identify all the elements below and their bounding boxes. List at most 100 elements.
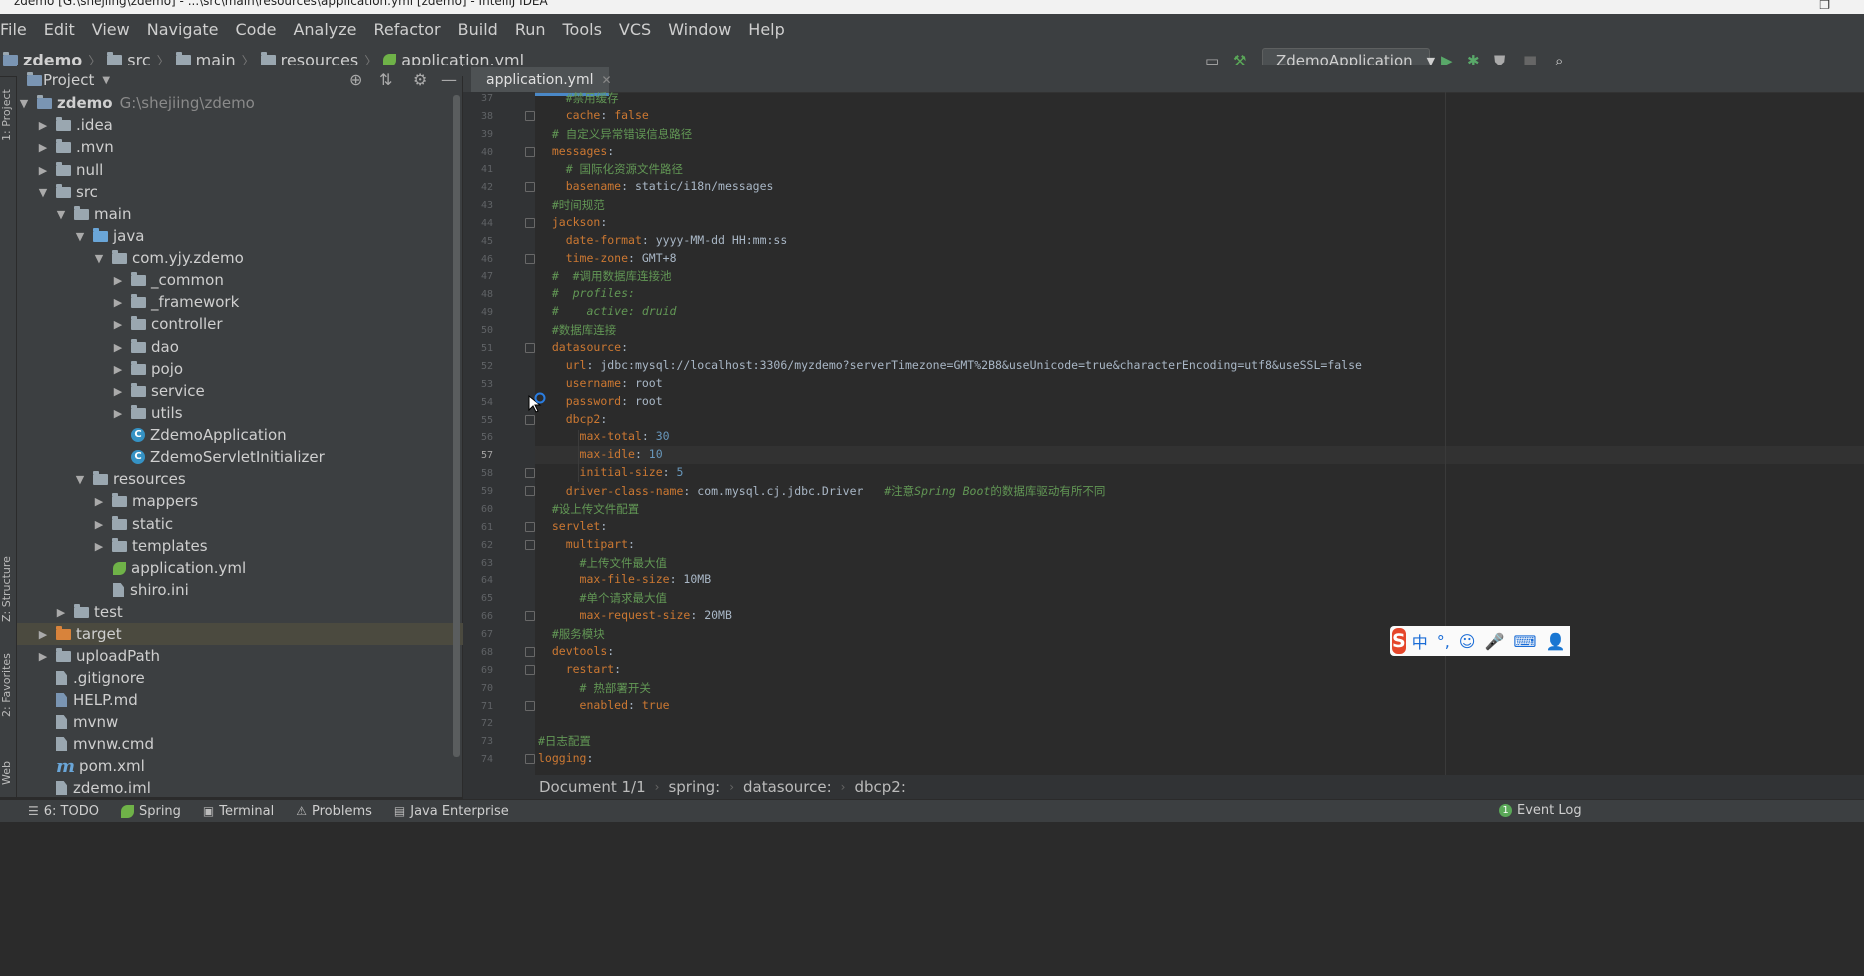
tool-button-problems[interactable]: ⚠ Problems: [296, 804, 372, 819]
breadcrumb-document[interactable]: Document 1/1: [539, 778, 646, 796]
menu-analyze[interactable]: Analyze: [293, 20, 356, 39]
code-line[interactable]: enabled: true: [538, 698, 670, 712]
menu-navigate[interactable]: Navigate: [147, 20, 219, 39]
expand-arrow-icon[interactable]: ▼: [94, 252, 104, 265]
fold-marker-icon[interactable]: [525, 343, 535, 353]
hide-panel-icon[interactable]: —: [441, 70, 457, 89]
code-line[interactable]: devtools:: [538, 644, 614, 658]
code-line[interactable]: # 自定义异常错误信息路径: [538, 126, 692, 142]
menu-run[interactable]: Run: [515, 20, 546, 39]
code-line[interactable]: #时间规范: [538, 197, 605, 213]
collapse-arrow-icon[interactable]: ▶: [113, 296, 123, 309]
code-line[interactable]: restart:: [538, 662, 621, 676]
microphone-icon[interactable]: 🎤: [1484, 632, 1504, 651]
gear-icon[interactable]: ⚙: [413, 70, 427, 89]
fold-marker-icon[interactable]: [525, 665, 535, 675]
collapse-arrow-icon[interactable]: ▶: [113, 318, 123, 331]
tree-item-idea[interactable]: ▶ .idea: [38, 114, 483, 136]
code-line[interactable]: #数据库连接: [538, 322, 616, 338]
project-view-select[interactable]: Project: [43, 71, 94, 89]
code-line[interactable]: #日志配置: [538, 733, 591, 749]
ime-punctuation-mode[interactable]: °,: [1437, 632, 1450, 651]
tree-item-mvnw-cmd[interactable]: mvnw.cmd: [56, 733, 501, 755]
tree-item-test[interactable]: ▶ test: [56, 601, 501, 623]
expand-arrow-icon[interactable]: ▼: [75, 473, 85, 486]
collapse-arrow-icon[interactable]: ▶: [94, 540, 104, 553]
fold-marker-icon[interactable]: [525, 486, 535, 496]
breadcrumb-spring[interactable]: spring:: [668, 778, 720, 796]
expand-arrow-icon[interactable]: ▼: [19, 97, 29, 110]
menu-build[interactable]: Build: [458, 20, 498, 39]
code-line[interactable]: # 热部署开关: [538, 680, 651, 696]
code-line[interactable]: max-total: 30: [538, 429, 670, 443]
collapse-arrow-icon[interactable]: ▶: [113, 385, 123, 398]
collapse-arrow-icon[interactable]: ▶: [38, 164, 48, 177]
tree-item-zdemo-iml[interactable]: zdemo.iml: [56, 777, 501, 799]
expand-arrow-icon[interactable]: ▼: [38, 186, 48, 199]
code-line[interactable]: # 国际化资源文件路径: [538, 161, 683, 177]
code-line[interactable]: # #调用数据库连接池: [538, 268, 672, 284]
code-line[interactable]: # active: druid: [538, 304, 677, 318]
collapse-arrow-icon[interactable]: ▶: [38, 628, 48, 641]
code-line[interactable]: datasource:: [538, 340, 628, 354]
ime-chinese-mode[interactable]: 中: [1412, 629, 1428, 653]
code-line[interactable]: #设上传文件配置: [538, 501, 639, 517]
fold-marker-icon[interactable]: [525, 647, 535, 657]
collapse-arrow-icon[interactable]: ▶: [56, 606, 66, 619]
code-line[interactable]: time-zone: GMT+8: [538, 251, 677, 265]
collapse-arrow-icon[interactable]: ▶: [113, 341, 123, 354]
collapse-arrow-icon[interactable]: ▶: [113, 274, 123, 287]
collapse-all-icon[interactable]: ⇅: [379, 70, 392, 89]
tool-tab-web[interactable]: Web: [0, 745, 16, 785]
code-line[interactable]: #服务模块: [538, 626, 605, 642]
fold-marker-icon[interactable]: [525, 611, 535, 621]
tree-item-null[interactable]: ▶ null: [38, 159, 483, 181]
tree-item-main[interactable]: ▼ main: [56, 203, 501, 225]
code-line[interactable]: driver-class-name: com.mysql.cj.jdbc.Dri…: [538, 483, 1106, 499]
fold-marker-icon[interactable]: [525, 218, 535, 228]
menu-refactor[interactable]: Refactor: [374, 20, 441, 39]
tree-item-gitignore[interactable]: .gitignore: [56, 667, 501, 689]
code-line[interactable]: max-idle: 10: [538, 447, 663, 461]
menu-help[interactable]: Help: [748, 20, 784, 39]
ime-toolbar[interactable]: S 中 °, ☺ 🎤 ⌨ 👤: [1390, 626, 1570, 656]
tree-item-src[interactable]: ▼ src: [38, 181, 483, 203]
code-line[interactable]: max-request-size: 20MB: [538, 608, 732, 622]
tree-item-mvnw[interactable]: mvnw: [56, 711, 501, 733]
menu-code[interactable]: Code: [236, 20, 277, 39]
collapse-arrow-icon[interactable]: ▶: [38, 141, 48, 154]
fold-marker-icon[interactable]: [525, 254, 535, 264]
code-line[interactable]: #禁用缓存: [538, 90, 619, 106]
tool-button-event-log[interactable]: 1 Event Log: [1499, 803, 1582, 818]
code-line[interactable]: max-file-size: 10MB: [538, 572, 712, 586]
code-line[interactable]: jackson:: [538, 215, 607, 229]
close-icon[interactable]: ✕: [602, 73, 612, 87]
menu-file[interactable]: File: [0, 20, 27, 39]
collapse-arrow-icon[interactable]: ▶: [113, 407, 123, 420]
keyboard-icon[interactable]: ⌨: [1513, 632, 1536, 651]
code-line[interactable]: url: jdbc:mysql://localhost:3306/myzdemo…: [538, 358, 1362, 372]
code-line[interactable]: #单个请求最大值: [538, 590, 667, 606]
tool-tab-favorites[interactable]: 2: Favorites: [0, 647, 16, 717]
locate-target-icon[interactable]: ⊕: [349, 70, 362, 89]
code-line[interactable]: #上传文件最大值: [538, 555, 667, 571]
fold-marker-icon[interactable]: [525, 468, 535, 478]
tree-root-zdemo[interactable]: ▼ zdemo G:\shejiing\zdemo: [17, 92, 464, 114]
tool-button-spring[interactable]: Spring: [120, 804, 181, 819]
collapse-arrow-icon[interactable]: ▶: [94, 518, 104, 531]
breadcrumb-datasource[interactable]: datasource:: [743, 778, 832, 796]
fold-marker-icon[interactable]: [525, 147, 535, 157]
tool-button-java-enterprise[interactable]: ▤ Java Enterprise: [394, 804, 509, 819]
code-line[interactable]: messages:: [538, 144, 614, 158]
tree-item-mvn[interactable]: ▶ .mvn: [38, 136, 483, 158]
menu-edit[interactable]: Edit: [44, 20, 75, 39]
fold-marker-icon[interactable]: [525, 540, 535, 550]
emoji-icon[interactable]: ☺: [1459, 632, 1476, 651]
code-line[interactable]: cache: false: [538, 108, 649, 122]
collapse-arrow-icon[interactable]: ▶: [38, 650, 48, 663]
menu-window[interactable]: Window: [668, 20, 731, 39]
fold-marker-icon[interactable]: [525, 111, 535, 121]
project-tree-scrollbar[interactable]: [453, 95, 460, 757]
fold-marker-icon[interactable]: [525, 522, 535, 532]
expand-arrow-icon[interactable]: ▼: [75, 230, 85, 243]
